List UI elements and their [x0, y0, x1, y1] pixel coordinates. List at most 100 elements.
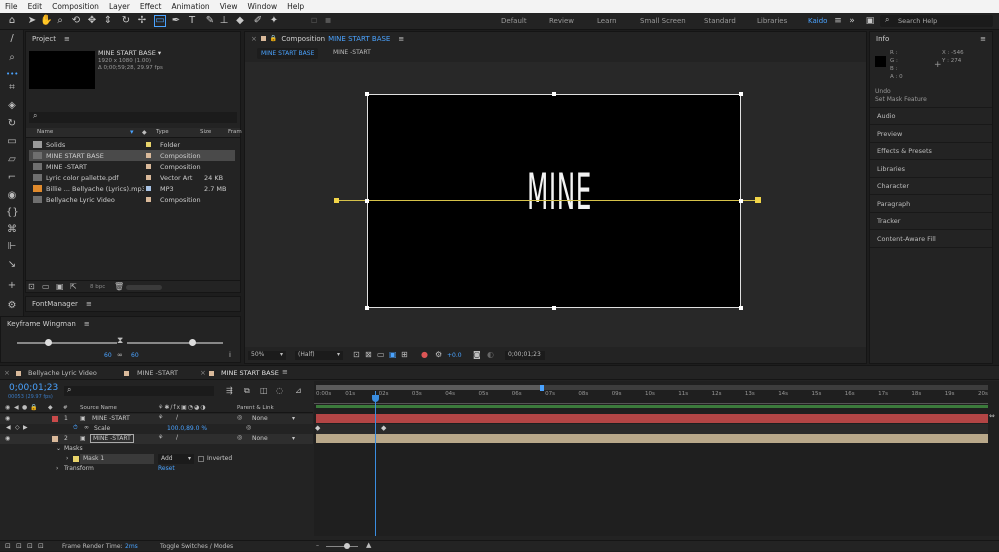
pan-tool-icon[interactable]: ✥ — [86, 15, 98, 27]
quality-icon[interactable]: / — [176, 434, 178, 441]
type-tool-icon[interactable]: T — [186, 15, 198, 27]
time-graph-area[interactable]: ◆ ◆ — [314, 381, 999, 536]
search-help-box[interactable]: ⌕ Search Help — [880, 15, 993, 27]
composition-flowchart-icon[interactable]: ⇶ — [226, 386, 233, 395]
scale-value[interactable]: 100.0,89.0 % — [167, 425, 207, 432]
menu-edit[interactable]: Edit — [28, 2, 43, 11]
workspace-standard[interactable]: Standard — [704, 17, 736, 25]
hand-tool-icon[interactable]: ✋ — [40, 15, 52, 27]
zoom-select[interactable]: 50% ▾ — [248, 351, 286, 360]
settings-icon[interactable]: ⚙ — [6, 300, 18, 312]
pickwhip-icon[interactable]: ◎ — [237, 434, 242, 441]
panel-paragraph[interactable]: Paragraph — [877, 200, 910, 208]
folder-icon[interactable]: ▱ — [6, 154, 18, 166]
layer-bar-2[interactable] — [316, 434, 988, 443]
delete-icon[interactable]: 🗑 — [114, 282, 124, 291]
expand-masks-icon[interactable]: ⌄ — [56, 445, 61, 452]
panel-effects-presets[interactable]: Effects & Presets — [877, 147, 932, 155]
motion-blur-icon[interactable]: ◌ — [276, 386, 283, 395]
workspace-kaido[interactable]: Kaido — [808, 17, 827, 25]
mask-color-swatch[interactable] — [73, 456, 79, 462]
col-parent-link[interactable]: Parent & Link — [237, 405, 274, 411]
toggle-switches-modes[interactable]: Toggle Switches / Modes — [160, 543, 233, 550]
timeline-tab-mine-start-base[interactable]: MINE START BASE — [221, 369, 279, 377]
close-icon[interactable]: × — [251, 35, 257, 43]
prev-keyframe-icon[interactable]: ◀ — [6, 424, 11, 431]
ease-in-value[interactable]: 60 — [104, 352, 112, 359]
label-color-swatch[interactable] — [146, 197, 151, 202]
menu-window[interactable]: Window — [248, 2, 278, 11]
layer-switches-icon[interactable]: ⊡ — [16, 542, 22, 550]
mask-path-line[interactable] — [336, 200, 758, 201]
menu-layer[interactable]: Layer — [109, 2, 130, 11]
work-area-bar[interactable] — [316, 385, 988, 390]
layer-name[interactable]: MINE -START — [92, 415, 130, 422]
layer-bar-1[interactable] — [316, 414, 988, 423]
panel-menu-icon[interactable]: ≡ — [84, 320, 90, 328]
panel-content-aware-fill[interactable]: Content-Aware Fill — [877, 235, 936, 243]
close-icon[interactable]: × — [200, 369, 206, 377]
eye-icon[interactable]: ◉ — [6, 190, 18, 202]
zoom-slider-track[interactable] — [326, 546, 358, 547]
info-icon[interactable]: i — [229, 351, 231, 359]
panel-menu-icon[interactable]: ≡ — [86, 300, 92, 308]
label-color-swatch[interactable] — [146, 175, 151, 180]
exposure-value[interactable]: +0.0 — [447, 352, 462, 359]
composition-canvas[interactable]: MINE — [367, 94, 741, 308]
viewer-timecode[interactable]: 0;00;01;23 — [505, 351, 545, 360]
link-icon[interactable]: ∞ — [84, 424, 89, 431]
stopwatch-icon[interactable]: ⏱ — [73, 424, 78, 432]
layer-handle-bc[interactable] — [552, 306, 556, 310]
display-icon[interactable]: ▣ — [864, 15, 876, 27]
pen-tool-icon[interactable]: ✒ — [170, 15, 182, 27]
home-icon[interactable]: ⌂ — [6, 15, 18, 27]
project-item[interactable]: Solids Folder — [29, 139, 235, 150]
layer-handle-ml[interactable] — [365, 199, 369, 203]
layer-row-2[interactable]: ◉ 2 ▣ MINE -START ⚘ / ◎ None ▾ — [0, 434, 313, 444]
video-switch-icon[interactable]: ◉ — [5, 404, 10, 411]
mask-1-name-field[interactable]: Mask 1 — [80, 454, 154, 464]
col-type[interactable]: Type — [156, 129, 169, 135]
layer-label-color[interactable] — [52, 436, 58, 442]
grid-guides-icon[interactable]: ⊞ — [401, 350, 408, 359]
comp-settings-icon[interactable]: ⊡ — [5, 542, 11, 550]
inverted-checkbox[interactable] — [198, 456, 204, 462]
col-size[interactable]: Size — [200, 129, 211, 135]
flowchart-icon[interactable]: ⇱ — [70, 282, 77, 291]
keyframe-marker[interactable]: ◆ — [381, 424, 386, 432]
project-item[interactable]: Lyric color pallette.pdf Vector Art 24 KB — [29, 172, 235, 183]
puppet-tool-icon[interactable]: ✦ — [268, 15, 280, 27]
project-item[interactable]: Bellyache Lyric Video Composition — [29, 194, 235, 205]
panel-audio[interactable]: Audio — [877, 112, 895, 120]
mask-1-row[interactable]: › Mask 1 Add ▾ Inverted — [0, 454, 313, 464]
draft-3d-icon[interactable]: ⧉ — [244, 386, 250, 396]
masks-row[interactable]: ⌄ Masks — [0, 444, 313, 454]
label-color-swatch[interactable] — [146, 142, 151, 147]
transparency-grid-icon[interactable]: ⊠ — [365, 350, 372, 359]
label-color-swatch[interactable] — [146, 186, 151, 191]
ease-out-slider-handle[interactable] — [189, 339, 196, 346]
mask-mode-select[interactable]: Add ▾ — [158, 454, 194, 464]
bit-depth-label[interactable]: 8 bpc — [90, 284, 105, 290]
panel-character[interactable]: Character — [877, 182, 909, 190]
thumbnail-scroll[interactable] — [126, 285, 162, 290]
menu-effect[interactable]: Effect — [140, 2, 162, 11]
dolly-tool-icon[interactable]: ⇕ — [102, 15, 114, 27]
solo-icon[interactable]: ● — [22, 404, 27, 411]
workspace-small-screen[interactable]: Small Screen — [640, 17, 686, 25]
panel-menu-icon[interactable]: ≡ — [282, 368, 288, 376]
label-icon[interactable]: ◆ — [142, 129, 147, 136]
shy-layers-icon[interactable]: ◫ — [260, 386, 268, 395]
fast-previews-icon[interactable]: ⊡ — [353, 350, 360, 359]
transform-row[interactable]: › Transform Reset — [0, 464, 313, 474]
mask-visibility-icon[interactable]: ▭ — [377, 350, 385, 359]
panel-tracker[interactable]: Tracker — [877, 217, 900, 225]
layers-icon[interactable]: ◈ — [6, 100, 18, 112]
zoom-tool-icon[interactable]: ⌕ — [54, 15, 66, 27]
panel-preview[interactable]: Preview — [877, 130, 902, 138]
align-icon[interactable]: ⊩ — [6, 241, 18, 253]
keyframe-icon[interactable]: ◇ — [15, 424, 20, 431]
search-help-input[interactable]: Search Help — [898, 17, 937, 25]
mask-vertex-left[interactable] — [334, 198, 339, 203]
show-snapshot-icon[interactable]: ◐ — [487, 350, 494, 359]
